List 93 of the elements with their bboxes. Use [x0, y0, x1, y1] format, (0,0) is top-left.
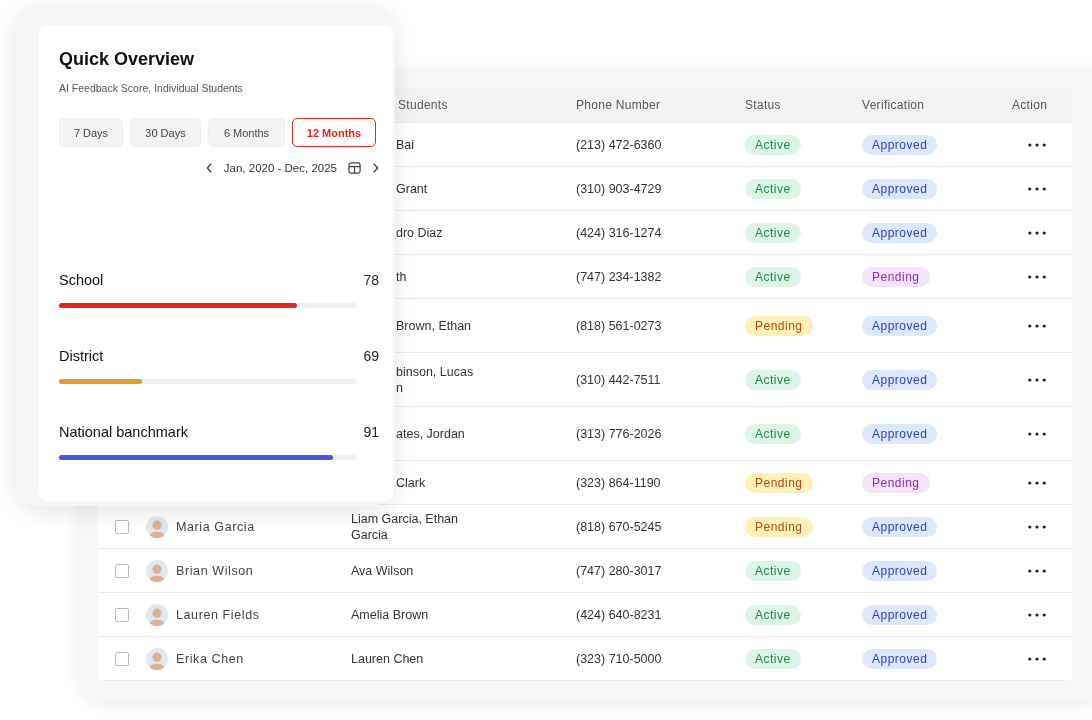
more-icon[interactable] [1028, 656, 1046, 661]
phone-cell: (424) 316-1274 [576, 225, 662, 240]
verification-badge: Approved [862, 134, 938, 155]
verification-badge: Pending [862, 266, 930, 287]
more-icon[interactable] [1028, 480, 1046, 485]
phone-cell: (818) 670-5245 [576, 519, 662, 534]
column-header: Students [398, 98, 448, 112]
phone-cell: (424) 640-8231 [576, 607, 662, 622]
verification-badge: Approved [862, 648, 938, 669]
metric-label: District [59, 348, 104, 364]
more-icon[interactable] [1028, 568, 1046, 573]
phone-cell: (747) 280-3017 [576, 563, 662, 578]
avatar-icon [146, 603, 168, 626]
row-checkbox[interactable] [115, 651, 129, 666]
more-icon[interactable] [1028, 612, 1046, 617]
status-badge: Active [745, 369, 801, 390]
range-tab[interactable]: 12 Months [292, 118, 376, 147]
verification-badge: Pending [862, 472, 930, 493]
student-name: Lauren Fields [176, 607, 260, 622]
more-icon[interactable] [1028, 323, 1046, 328]
status-badge: Pending [745, 472, 813, 493]
status-badge: Pending [745, 315, 813, 336]
verification-badge: Approved [862, 423, 938, 444]
verification-badge: Approved [862, 369, 938, 390]
column-header: Status [745, 98, 781, 112]
verification-badge: Approved [862, 178, 938, 199]
status-badge: Active [745, 648, 801, 669]
phone-cell: (213) 472-6360 [576, 137, 662, 152]
card-title: Quick Overview [59, 49, 196, 70]
avatar-icon [146, 559, 168, 582]
metric-value: 78 [363, 272, 379, 288]
card-subtitle: AI Feedback Score, Individual Students [59, 82, 244, 94]
status-badge: Active [745, 134, 801, 155]
students-cell: Bai [396, 136, 415, 153]
next-icon[interactable] [372, 161, 379, 174]
verification-badge: Approved [862, 222, 938, 243]
row-checkbox[interactable] [115, 563, 129, 578]
metric-label: School [59, 272, 104, 288]
column-header: Verification [862, 98, 925, 112]
student-name: Brian Wilson [176, 563, 254, 578]
range-tab[interactable]: 6 Months [208, 118, 285, 147]
students-cell: th [396, 268, 407, 285]
status-badge: Active [745, 266, 801, 287]
metric-label: National banchmark [59, 424, 188, 440]
students-cell: Lauren Chen [351, 650, 424, 667]
students-cell: Amelia Brown [351, 606, 429, 623]
column-header: Action [1012, 98, 1048, 112]
status-badge: Pending [745, 516, 813, 537]
students-cell: Clark [396, 474, 426, 491]
period-label: Jan, 2020 - Dec, 2025 [223, 161, 337, 174]
phone-cell: (323) 864-1190 [576, 475, 661, 490]
students-cell: Brown, Ethan [396, 317, 472, 334]
student-name: Maria Garcia [176, 519, 255, 534]
phone-cell: (310) 903-4729 [576, 181, 662, 196]
phone-cell: (323) 710-5000 [576, 651, 662, 666]
calendar-icon[interactable] [348, 161, 361, 174]
row-checkbox[interactable] [115, 519, 129, 534]
more-icon[interactable] [1028, 524, 1046, 529]
status-badge: Active [745, 604, 801, 625]
students-cell: dro Diaz [396, 224, 443, 241]
more-icon[interactable] [1028, 186, 1046, 191]
phone-cell: (747) 234-1382 [576, 269, 662, 284]
more-icon[interactable] [1028, 431, 1046, 436]
student-name: Erika Chen [176, 651, 244, 666]
students-cell: Liam Garcia, Ethan Garcia [351, 510, 458, 543]
status-badge: Active [745, 560, 801, 581]
verification-badge: Approved [862, 315, 938, 336]
row-checkbox[interactable] [115, 607, 129, 622]
previous-icon[interactable] [205, 161, 213, 174]
students-cell: Grant [396, 180, 428, 197]
column-header: Phone Number [576, 98, 661, 112]
metric-value: 91 [363, 424, 379, 440]
status-badge: Active [745, 423, 801, 444]
students-cell: binson, Lucas n [396, 363, 474, 396]
metric-value: 69 [363, 348, 379, 364]
verification-badge: Approved [862, 604, 938, 625]
verification-badge: Approved [862, 516, 938, 537]
students-cell: ates, Jordan [396, 425, 465, 442]
phone-cell: (313) 776-2026 [576, 426, 662, 441]
range-tab[interactable]: 7 Days [59, 118, 123, 147]
avatar-icon [146, 647, 168, 670]
more-icon[interactable] [1028, 274, 1046, 279]
phone-cell: (818) 561-0273 [576, 318, 662, 333]
verification-badge: Approved [862, 560, 938, 581]
range-tab[interactable]: 30 Days [130, 118, 201, 147]
avatar-icon [146, 515, 168, 538]
phone-cell: (310) 442-7511 [576, 372, 661, 387]
more-icon[interactable] [1028, 377, 1046, 382]
status-badge: Active [745, 178, 801, 199]
students-cell: Ava Wilson [351, 562, 414, 579]
status-badge: Active [745, 222, 801, 243]
more-icon[interactable] [1028, 230, 1046, 235]
more-icon[interactable] [1028, 142, 1046, 147]
